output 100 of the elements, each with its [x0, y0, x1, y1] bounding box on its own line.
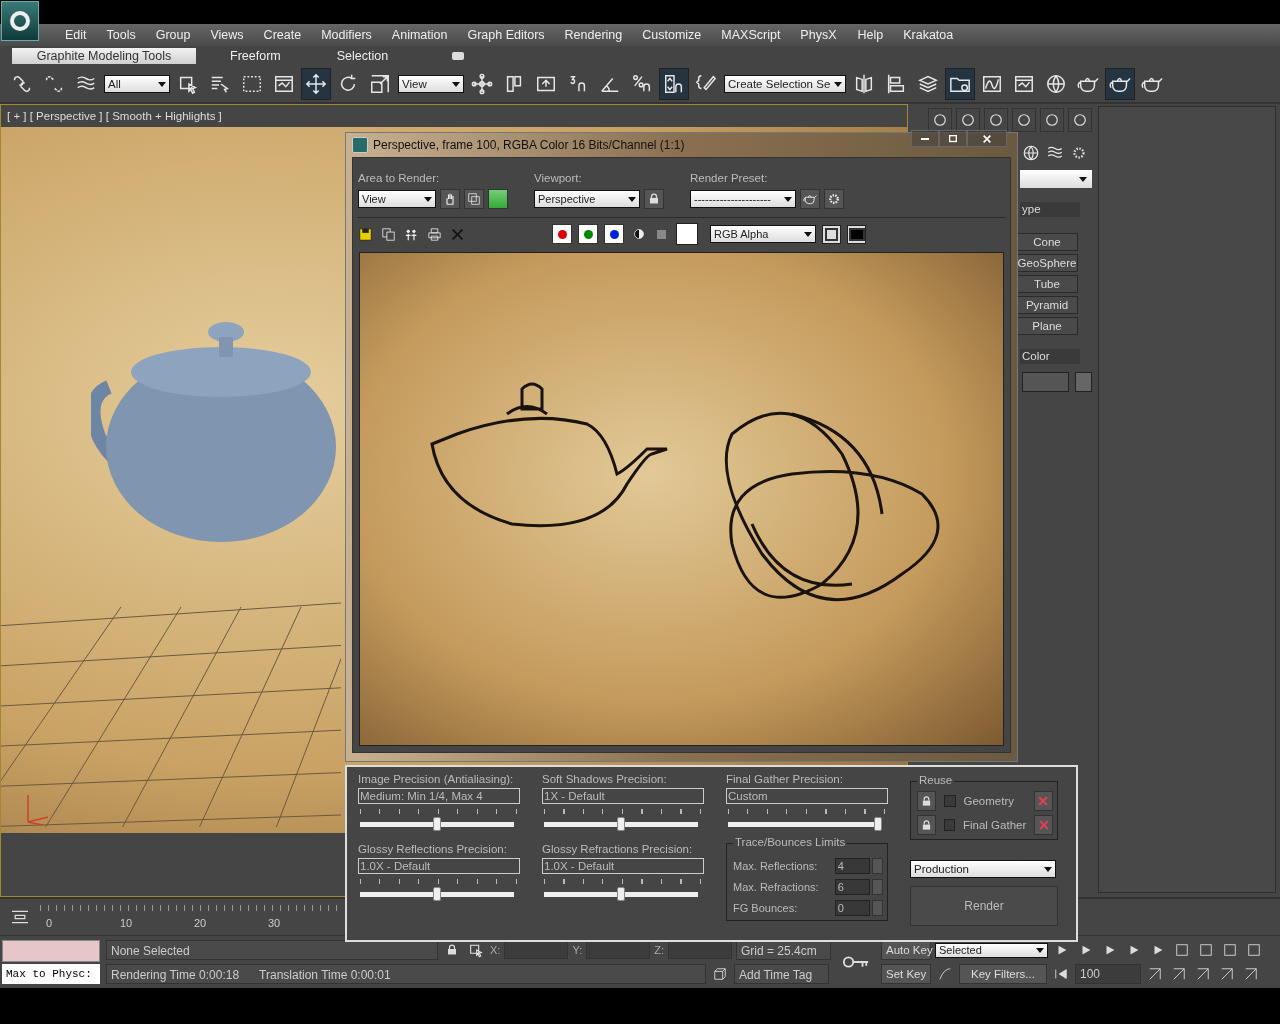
settings-button[interactable]: [824, 189, 844, 209]
copy-icon[interactable]: [380, 225, 397, 243]
print-icon[interactable]: [426, 225, 443, 243]
toolbar-dropdown[interactable]: All: [104, 75, 170, 93]
area-to-render-dropdown[interactable]: View: [358, 190, 436, 208]
rollout-header[interactable]: ype: [1020, 202, 1080, 217]
display-channel-dropdown[interactable]: RGB Alpha: [710, 225, 816, 243]
ribbon-dropdown-icon[interactable]: [452, 52, 465, 60]
checkbox[interactable]: [944, 795, 956, 807]
slider-thumb[interactable]: [433, 817, 441, 831]
padlock-icon[interactable]: [446, 944, 458, 956]
color-swatch[interactable]: [676, 223, 698, 245]
menu-item[interactable]: Tools: [96, 28, 146, 42]
object-type-button[interactable]: GeoSphere: [1016, 254, 1078, 272]
lock-button[interactable]: [644, 189, 664, 209]
limit-spinner[interactable]: 6: [834, 878, 871, 895]
slider-thumb[interactable]: [433, 887, 441, 901]
limit-spinner[interactable]: 4: [834, 857, 871, 874]
current-frame-field[interactable]: 100: [1075, 964, 1141, 984]
channel-button[interactable]: [604, 224, 624, 244]
command-panel-tab[interactable]: [928, 108, 952, 132]
menu-item[interactable]: Views: [200, 28, 254, 42]
checkbox[interactable]: [943, 819, 955, 831]
object-type-button[interactable]: Cone: [1016, 233, 1078, 251]
command-panel-tab[interactable]: [1068, 108, 1092, 132]
padlock-button[interactable]: [917, 791, 937, 811]
object-type-button[interactable]: Pyramid: [1016, 296, 1078, 314]
command-panel-tab[interactable]: [1040, 108, 1064, 132]
menu-item[interactable]: Customize: [632, 28, 712, 42]
gears-icon[interactable]: [1070, 144, 1088, 162]
maximize-button[interactable]: [939, 130, 967, 147]
minimize-button[interactable]: [911, 130, 939, 147]
maxscript-listener-field[interactable]: Max to Physc:: [2, 964, 100, 984]
viewport-label: Viewport:: [534, 172, 583, 184]
ribbon-tab[interactable]: Graphite Modeling Tools: [12, 48, 196, 64]
hand-button[interactable]: [440, 189, 460, 209]
render-button[interactable]: Render: [910, 886, 1058, 926]
menu-item[interactable]: Krakatoa: [893, 28, 964, 42]
teapot-setup-icon[interactable]: [800, 189, 820, 209]
limit-spinner[interactable]: 0: [834, 899, 871, 916]
viewport-dropdown[interactable]: Perspective: [534, 190, 640, 208]
key-set-dropdown[interactable]: Selected: [935, 942, 1048, 958]
menu-item[interactable]: Animation: [381, 28, 458, 42]
toolbar-dropdown[interactable]: Create Selection Se: [724, 75, 847, 93]
x-label: X:: [490, 944, 501, 956]
menu-item[interactable]: Group: [145, 28, 201, 42]
channel-button[interactable]: [578, 224, 598, 244]
ribbon-tab[interactable]: Freeform: [208, 48, 303, 64]
frame-icon[interactable]: [822, 224, 841, 244]
key-filters-button[interactable]: Key Filters...: [959, 964, 1047, 984]
checkbox-label: Final Gather: [963, 819, 1027, 831]
close-button[interactable]: [967, 130, 1007, 147]
move-arrows-button[interactable]: [302, 69, 330, 99]
add-time-tag-field[interactable]: Add Time Tag: [734, 964, 829, 984]
timeline-toggle-icon[interactable]: [10, 909, 30, 925]
cross-icon: [1037, 819, 1050, 831]
object-type-button[interactable]: Plane: [1016, 317, 1078, 335]
menu-item[interactable]: Rendering: [554, 28, 633, 42]
delete-button[interactable]: [1034, 815, 1053, 835]
auto-key-button[interactable]: Auto Key: [881, 940, 931, 960]
render-mode-dropdown[interactable]: Production: [910, 860, 1056, 878]
toolbar-dropdown[interactable]: View: [398, 75, 464, 93]
padlock-button[interactable]: [917, 815, 936, 835]
menu-item[interactable]: Edit: [55, 28, 97, 42]
spinner-magnet-button[interactable]: [660, 69, 688, 99]
app-logo-icon[interactable]: [1, 1, 39, 41]
color-swatch[interactable]: [1075, 372, 1092, 392]
menu-item[interactable]: PhysX: [790, 28, 847, 42]
sphere-icon[interactable]: [1022, 144, 1040, 162]
menu-item[interactable]: MAXScript: [711, 28, 791, 42]
menu-item[interactable]: Modifiers: [311, 28, 382, 42]
command-panel-tab[interactable]: [984, 108, 1008, 132]
command-panel-tab[interactable]: [956, 108, 980, 132]
render-preset-dropdown[interactable]: ---------------------: [690, 190, 796, 208]
menu-item[interactable]: Help: [846, 28, 894, 42]
mini-listener-field[interactable]: [2, 940, 100, 962]
cube-icon[interactable]: [713, 967, 727, 981]
channel-button[interactable]: [552, 224, 572, 244]
folder-button[interactable]: [946, 69, 975, 99]
ribbon-tab[interactable]: Selection: [314, 48, 411, 64]
save-icon[interactable]: [357, 225, 374, 243]
slider-thumb[interactable]: [617, 817, 625, 831]
setting-value-field: 1.0X - Default: [542, 858, 704, 874]
menu-item[interactable]: Graph Editors: [457, 28, 555, 42]
menu-item[interactable]: Create: [253, 28, 312, 42]
set-key-button[interactable]: Set Key: [881, 964, 931, 984]
scale-icon: [369, 73, 391, 95]
layers-icon: [917, 73, 940, 95]
setting-label: Glossy Refractions Precision:: [542, 843, 694, 855]
name-field[interactable]: [1022, 372, 1070, 392]
teapot-button[interactable]: [1106, 69, 1135, 99]
delete-button[interactable]: [1033, 791, 1053, 811]
object-type-button[interactable]: Tube: [1016, 275, 1078, 293]
slider-thumb[interactable]: [874, 817, 882, 831]
rollout-header[interactable]: Color: [1020, 349, 1080, 364]
region-button[interactable]: [464, 189, 484, 209]
filled-frame-icon[interactable]: [847, 224, 866, 244]
broken-chain-icon: [43, 73, 65, 95]
slider-thumb[interactable]: [617, 887, 625, 901]
command-panel-tab[interactable]: [1012, 108, 1036, 132]
